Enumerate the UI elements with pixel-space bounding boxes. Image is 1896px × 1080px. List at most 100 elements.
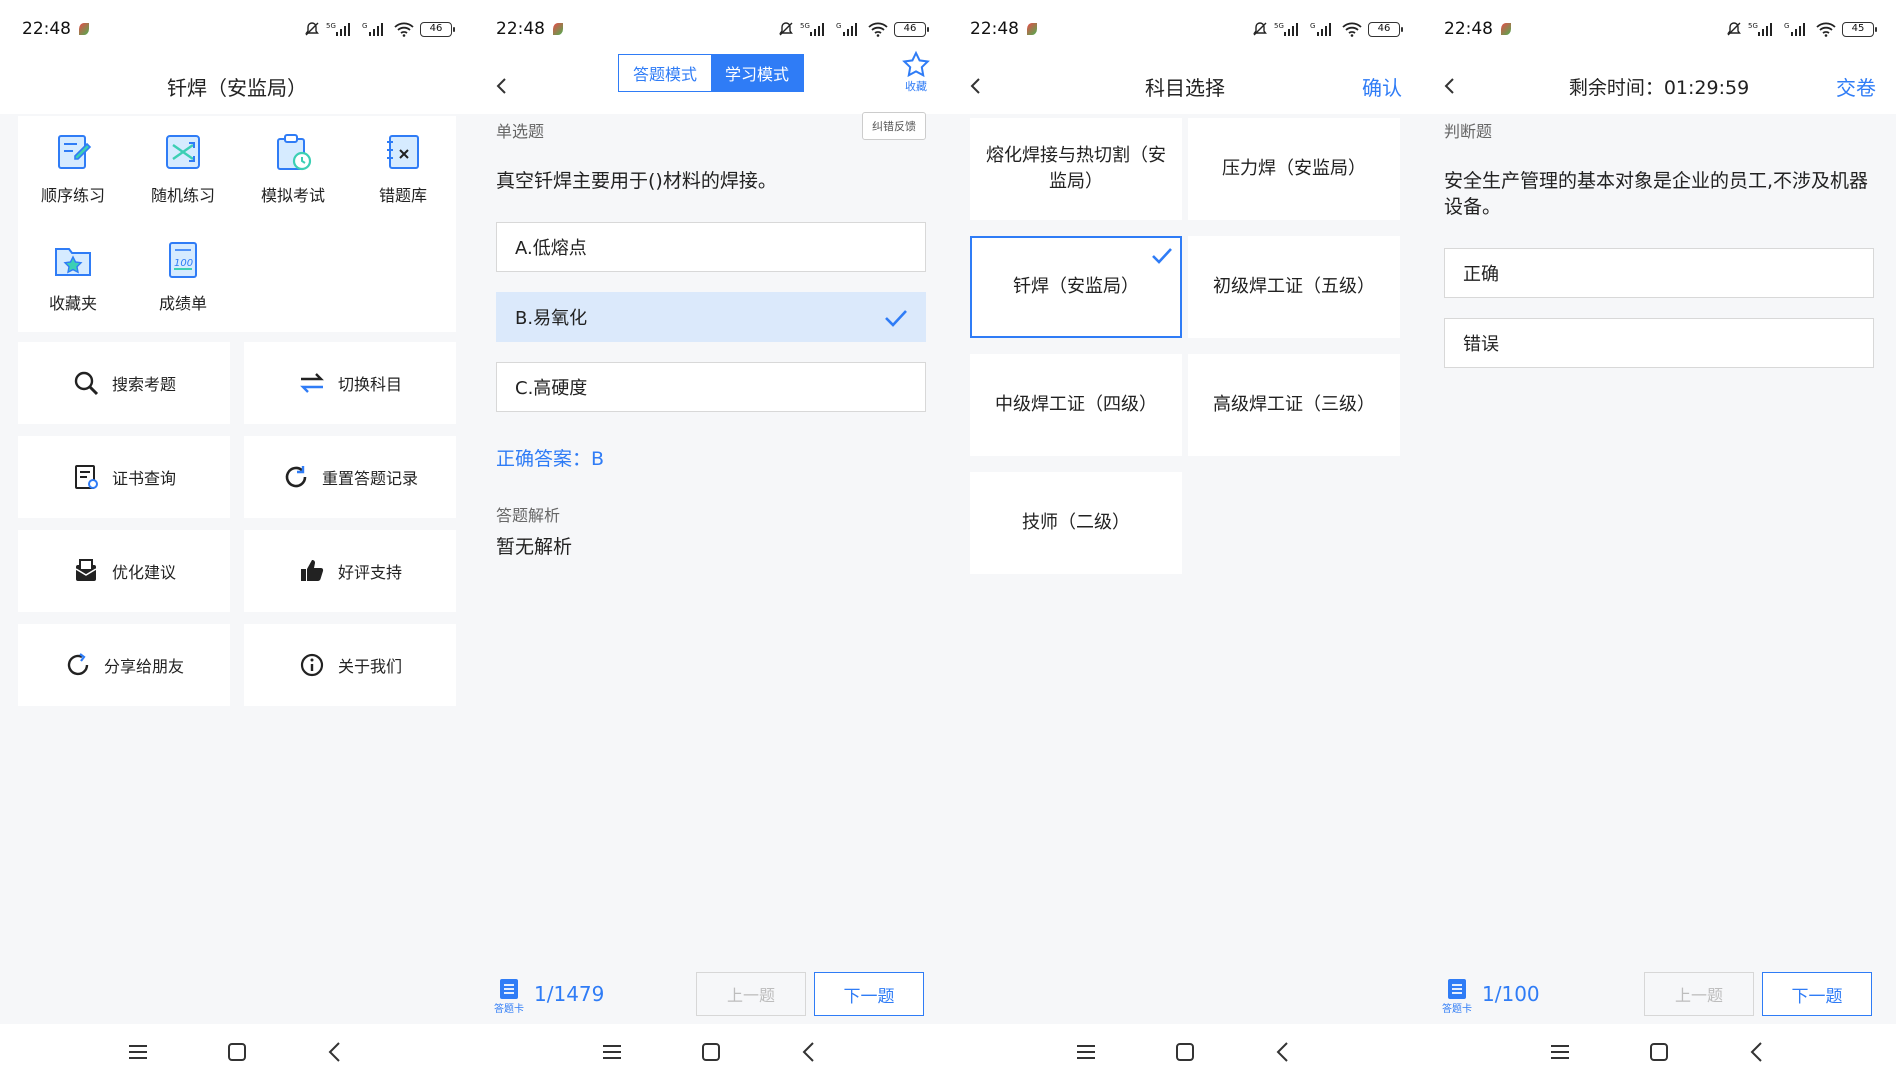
subject-label: 技师（二级） — [1022, 512, 1130, 533]
status-bar: 22:48 5G G 46 — [0, 0, 474, 58]
next-question-button[interactable]: 下一题 — [1762, 972, 1872, 1016]
grid-item-label: 模拟考试 — [260, 186, 325, 205]
menu-label: 重置答题记录 — [321, 469, 418, 488]
grid-item-sequential-practice[interactable]: 顺序练习 — [18, 116, 128, 216]
back-icon[interactable] — [323, 1039, 349, 1065]
analysis-text: 暂无解析 — [496, 536, 573, 558]
back-button[interactable] — [1434, 70, 1466, 102]
subject-card[interactable]: 中级焊工证（四级） — [970, 354, 1182, 456]
answer-card-icon — [500, 979, 518, 999]
svg-text:G: G — [362, 22, 367, 30]
subject-card-selected[interactable]: 钎焊（安监局） — [970, 236, 1182, 338]
back-button[interactable] — [960, 70, 992, 102]
status-time: 22:48 — [22, 19, 71, 39]
battery-icon: 46 — [1368, 21, 1403, 37]
submit-exam-button[interactable]: 交卷 — [1836, 72, 1876, 101]
correct-answer: 正确答案：B — [496, 448, 605, 470]
grid-item-random-practice[interactable]: 随机练习 — [128, 116, 238, 216]
reset-records-button[interactable]: 重置答题记录 — [244, 436, 456, 518]
back-icon[interactable] — [797, 1039, 823, 1065]
status-time: 22:48 — [970, 19, 1019, 39]
system-nav-bar — [1422, 1024, 1896, 1080]
home-icon[interactable] — [698, 1039, 724, 1065]
grid-item-score-sheet[interactable]: 100 成绩单 — [128, 224, 238, 324]
back-icon[interactable] — [1271, 1039, 1297, 1065]
chevron-left-icon — [970, 78, 980, 94]
home-icon[interactable] — [224, 1039, 250, 1065]
search-questions-button[interactable]: 搜索考题 — [18, 342, 230, 424]
share-friends-button[interactable]: 分享给朋友 — [18, 624, 230, 706]
subject-card[interactable]: 熔化焊接与热切割（安监局） — [970, 118, 1182, 220]
mode-toggle: 答题模式 学习模式 — [618, 54, 804, 92]
mute-bell-icon — [779, 22, 793, 36]
chevron-left-icon — [1444, 78, 1454, 94]
suggestions-button[interactable]: 优化建议 — [18, 530, 230, 612]
menu-icon[interactable] — [1073, 1039, 1099, 1065]
app-header: 钎焊（安监局） — [0, 58, 474, 114]
svg-text:G: G — [1310, 22, 1315, 30]
option-label: 错误 — [1463, 334, 1499, 355]
answer-card-button[interactable]: 答题卡 — [1440, 978, 1474, 1015]
subject-card[interactable]: 技师（二级） — [970, 472, 1182, 574]
prev-question-button[interactable]: 上一题 — [696, 972, 806, 1016]
back-button[interactable] — [486, 70, 518, 102]
question-text: 真空钎焊主要用于()材料的焊接。 — [496, 170, 777, 192]
home-icon[interactable] — [1172, 1039, 1198, 1065]
wifi-icon — [1816, 22, 1836, 37]
error-feedback-button[interactable]: 纠错反馈 — [862, 112, 926, 140]
study-mode-tab[interactable]: 学习模式 — [711, 55, 803, 91]
svg-text:100: 100 — [174, 258, 193, 269]
subject-card[interactable]: 高级焊工证（三级） — [1188, 354, 1400, 456]
svg-text:5G: 5G — [800, 22, 810, 30]
grid-item-label: 收藏夹 — [48, 294, 97, 313]
menu-label: 搜索考题 — [111, 375, 176, 394]
subject-card[interactable]: 压力焊（安监局） — [1188, 118, 1400, 220]
subject-label: 钎焊（安监局） — [1013, 276, 1139, 297]
mute-bell-icon — [305, 22, 319, 36]
question-nav-bar: 答题卡 1/100 上一题 下一题 — [1422, 960, 1896, 1024]
option-false[interactable]: 错误 — [1444, 318, 1874, 368]
signal-5g-icon: 5G — [326, 22, 350, 36]
certificate-query-button[interactable]: 证书查询 — [18, 436, 230, 518]
favorite-label: 收藏 — [905, 80, 927, 93]
progress-counter: 1/100 — [1482, 982, 1540, 1006]
rate-support-button[interactable]: 好评支持 — [244, 530, 456, 612]
svg-text:5G: 5G — [1274, 22, 1284, 30]
menu-icon[interactable] — [1547, 1039, 1573, 1065]
signal-5g-icon: 5G — [1748, 22, 1772, 36]
grid-item-favorites[interactable]: 收藏夹 — [18, 224, 128, 324]
confirm-button[interactable]: 确认 — [1362, 72, 1402, 101]
option-label: 正确 — [1463, 264, 1499, 285]
option-c[interactable]: C.高硬度 — [496, 362, 926, 412]
favorite-button[interactable]: 收藏 — [896, 50, 936, 94]
home-screen: 22:48 5G G 46 钎焊（安监局） 顺序练习 随机练习 模拟考试 错题库… — [0, 0, 474, 1080]
question-nav-bar: 答题卡 1/1479 上一题 下一题 — [474, 960, 948, 1024]
study-screen: 22:48 5G G 46 答题模式 学习模式 收藏 单选题 纠错反馈 真空钎焊… — [474, 0, 948, 1080]
option-a[interactable]: A.低熔点 — [496, 222, 926, 272]
option-b[interactable]: B.易氧化 — [496, 292, 926, 342]
svg-text:5G: 5G — [326, 22, 336, 30]
answer-card-label: 答题卡 — [1442, 1004, 1472, 1015]
status-bar: 22:48 5G G 46 — [474, 0, 948, 58]
home-icon[interactable] — [1646, 1039, 1672, 1065]
status-time: 22:48 — [1444, 19, 1493, 39]
subject-label: 中级焊工证（四级） — [995, 394, 1157, 415]
back-icon[interactable] — [1745, 1039, 1771, 1065]
answer-card-button[interactable]: 答题卡 — [492, 978, 526, 1015]
menu-icon[interactable] — [599, 1039, 625, 1065]
answer-card-icon — [1448, 979, 1466, 999]
menu-icon[interactable] — [125, 1039, 151, 1065]
switch-subject-button[interactable]: 切换科目 — [244, 342, 456, 424]
grid-item-wrong-questions[interactable]: 错题库 — [348, 116, 458, 216]
next-question-button[interactable]: 下一题 — [814, 972, 924, 1016]
about-us-button[interactable]: 关于我们 — [244, 624, 456, 706]
subject-label: 压力焊（安监局） — [1222, 158, 1366, 179]
answer-mode-tab[interactable]: 答题模式 — [619, 55, 711, 91]
shuffle-icon — [166, 135, 200, 169]
subject-card[interactable]: 初级焊工证（五级） — [1188, 236, 1400, 338]
svg-text:G: G — [1784, 22, 1789, 30]
option-true[interactable]: 正确 — [1444, 248, 1874, 298]
app-notification-icon — [79, 23, 89, 35]
grid-item-mock-exam[interactable]: 模拟考试 — [238, 116, 348, 216]
prev-question-button[interactable]: 上一题 — [1644, 972, 1754, 1016]
